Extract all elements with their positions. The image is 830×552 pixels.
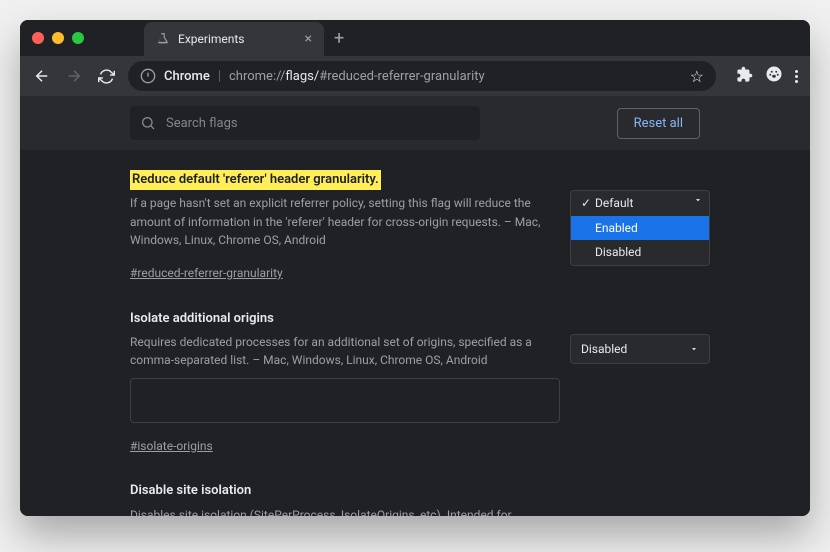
window-minimize-button[interactable] bbox=[52, 32, 64, 44]
extensions-puzzle-icon[interactable] bbox=[736, 66, 753, 87]
window-close-button[interactable] bbox=[32, 32, 44, 44]
browser-window: Experiments × + Chrome | chrome://flags/… bbox=[20, 20, 810, 516]
omnibox[interactable]: Chrome | chrome://flags/#reduced-referre… bbox=[128, 61, 716, 91]
overflow-menu-button[interactable] bbox=[795, 70, 798, 83]
nav-back-button[interactable] bbox=[32, 66, 52, 86]
omnibox-url: chrome://flags/#reduced-referrer-granula… bbox=[229, 69, 485, 84]
chevron-down-icon bbox=[693, 195, 703, 205]
flag-description: If a page hasn't set an explicit referre… bbox=[130, 194, 560, 250]
tab-title: Experiments bbox=[178, 32, 245, 46]
flag-description: Requires dedicated processes for an addi… bbox=[130, 333, 560, 370]
browser-toolbar: Chrome | chrome://flags/#reduced-referre… bbox=[20, 56, 810, 96]
flag-dropdown-open[interactable]: ✓Default Enabled Disabled bbox=[570, 190, 710, 266]
search-input[interactable] bbox=[166, 116, 470, 131]
flag-title: Disable site isolation bbox=[130, 481, 251, 501]
flag-anchor-link[interactable]: #reduced-referrer-granularity bbox=[130, 264, 283, 283]
site-info-icon[interactable] bbox=[140, 68, 156, 84]
search-flags-box[interactable] bbox=[130, 106, 480, 140]
flag-item: Reduce default 'referer' header granular… bbox=[130, 170, 700, 283]
window-maximize-button[interactable] bbox=[72, 32, 84, 44]
reset-all-button[interactable]: Reset all bbox=[617, 108, 700, 139]
page-content: Reset all Reduce default 'referer' heade… bbox=[20, 96, 810, 516]
flag-title: Isolate additional origins bbox=[130, 309, 274, 329]
tab-close-button[interactable]: × bbox=[305, 32, 312, 46]
flags-list: Reduce default 'referer' header granular… bbox=[20, 150, 810, 516]
window-traffic-lights bbox=[32, 32, 84, 44]
nav-reload-button[interactable] bbox=[96, 66, 116, 86]
extension-icons bbox=[736, 65, 798, 87]
omnibox-origin: Chrome bbox=[164, 69, 210, 84]
dropdown-option-disabled[interactable]: Disabled bbox=[571, 240, 709, 265]
dropdown-option-default[interactable]: ✓Default bbox=[571, 191, 709, 216]
search-icon bbox=[140, 115, 156, 131]
dropdown-option-enabled[interactable]: Enabled bbox=[571, 216, 709, 241]
flag-title: Reduce default 'referer' header granular… bbox=[130, 170, 381, 190]
browser-tab[interactable]: Experiments × bbox=[144, 22, 324, 56]
nav-forward-button[interactable] bbox=[64, 66, 84, 86]
flask-icon bbox=[156, 32, 170, 46]
titlebar: Experiments × + bbox=[20, 20, 810, 56]
flag-select[interactable]: Disabled bbox=[570, 334, 710, 365]
flag-item: Isolate additional origins Requires dedi… bbox=[130, 309, 700, 456]
new-tab-button[interactable]: + bbox=[334, 28, 344, 49]
flag-anchor-link[interactable]: #isolate-origins bbox=[130, 437, 213, 456]
extension-paw-icon[interactable] bbox=[765, 65, 783, 87]
flags-topbar: Reset all bbox=[20, 96, 810, 150]
flag-origins-input[interactable] bbox=[130, 378, 560, 423]
chevron-down-icon bbox=[689, 344, 699, 354]
bookmark-star-icon[interactable]: ☆ bbox=[690, 67, 704, 86]
